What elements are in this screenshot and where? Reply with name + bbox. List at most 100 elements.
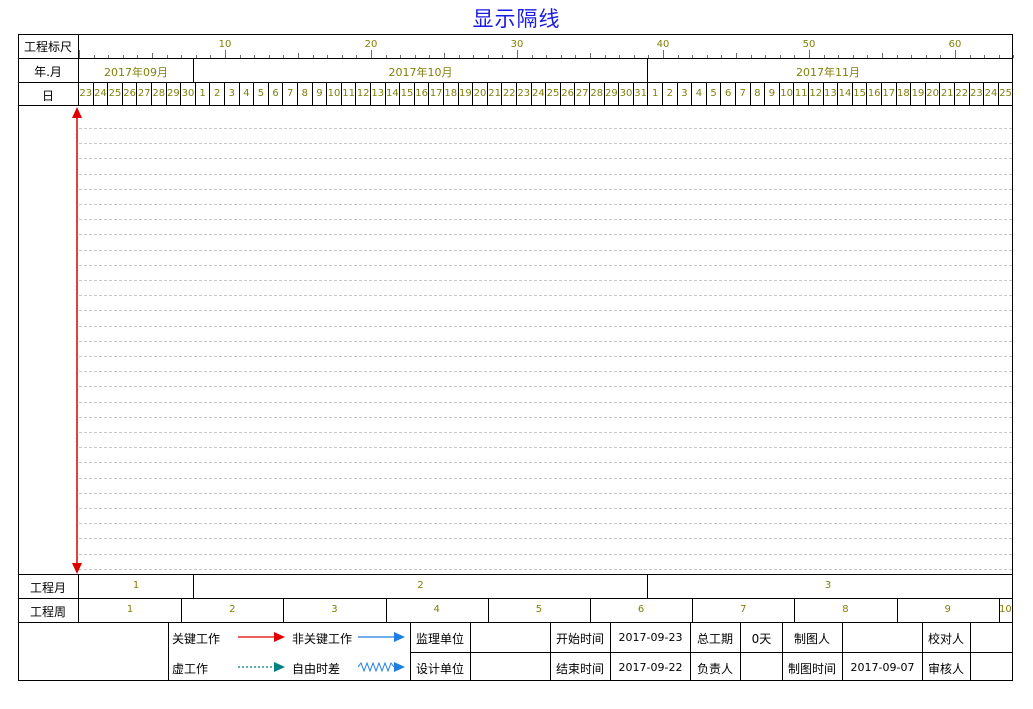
- draw-time-value: 2017-09-07: [850, 661, 915, 674]
- ruler-tick: [925, 55, 927, 58]
- month-cell: 2017年11月: [796, 66, 860, 79]
- day-cell: 30: [181, 83, 196, 105]
- day-cell: 14: [386, 83, 401, 105]
- ruler-tick: [283, 55, 285, 58]
- ruler-tick: [108, 55, 110, 58]
- reviewer-label: 审核人: [927, 662, 964, 676]
- day-cell: 22: [502, 83, 517, 105]
- ruler-label: 工程标尺: [23, 40, 72, 54]
- project-week-label: 工程周: [29, 605, 66, 619]
- responsible-label: 负责人: [696, 662, 733, 676]
- divider: [181, 598, 183, 622]
- day-cell: 24: [984, 83, 999, 105]
- day-cell: 21: [488, 83, 503, 105]
- ruler-number: 40: [656, 39, 670, 50]
- ruler-tick: [152, 53, 153, 58]
- grid-line: [79, 356, 1012, 357]
- day-cell: 12: [809, 83, 824, 105]
- project-week-cell: 10: [999, 604, 1012, 615]
- ruler-number: 50: [802, 39, 816, 50]
- checker-label: 校对人: [927, 632, 964, 646]
- day-cell: 7: [736, 83, 751, 105]
- ruler-tick: [502, 55, 504, 58]
- day-cell: 2: [663, 83, 678, 105]
- divider: [18, 574, 1013, 575]
- draw-time-label: 制图时间: [787, 662, 836, 676]
- grid-line: [79, 478, 1012, 479]
- day-cell: 25: [999, 83, 1014, 105]
- divider: [692, 598, 694, 622]
- divider: [998, 598, 1000, 622]
- divider: [385, 598, 387, 622]
- ruler-tick: [371, 50, 372, 58]
- legend-virtual-label: 虚工作: [172, 662, 209, 676]
- day-cell: 20: [473, 83, 488, 105]
- ruler-tick: [911, 55, 913, 58]
- ruler-tick: [838, 55, 840, 58]
- grid-line: [79, 523, 1012, 524]
- ruler-tick: [137, 55, 139, 58]
- divider: [410, 652, 1013, 653]
- day-cell: 3: [678, 83, 693, 105]
- day-cell: 18: [897, 83, 912, 105]
- day-cell: 20: [926, 83, 941, 105]
- ruler-tick: [487, 55, 489, 58]
- project-month-cell: 1: [132, 580, 140, 591]
- day-cell: 3: [225, 83, 240, 105]
- ruler-tick: [254, 55, 256, 58]
- project-month-cell: 2: [417, 580, 424, 591]
- day-cell: 7: [283, 83, 298, 105]
- day-cell: 23: [970, 83, 985, 105]
- ruler-tick: [429, 55, 431, 58]
- project-month-cell: 3: [824, 580, 832, 591]
- ruler-tick: [984, 55, 986, 58]
- day-cell: 11: [794, 83, 809, 105]
- ruler-tick: [648, 55, 650, 58]
- day-cell: 19: [459, 83, 474, 105]
- day-cell: 26: [561, 83, 576, 105]
- grid-line: [79, 371, 1012, 372]
- day-cell: 8: [751, 83, 766, 105]
- day-cell: 30: [619, 83, 634, 105]
- divider: [896, 598, 898, 622]
- virtual-arrow-icon: [238, 662, 285, 672]
- legend-non-critical-label: 非关键工作: [292, 632, 353, 646]
- grid-line: [79, 341, 1012, 342]
- ruler-tick: [765, 55, 767, 58]
- day-cell: 6: [721, 83, 736, 105]
- critical-path-arrow: [72, 107, 82, 574]
- day-cell: 17: [429, 83, 444, 105]
- design-unit-label: 设计单位: [415, 662, 464, 676]
- grid-line: [79, 174, 1012, 175]
- day-cell: 25: [546, 83, 561, 105]
- grid-line: [79, 158, 1012, 159]
- supervision-unit-label: 监理单位: [415, 632, 464, 646]
- day-cell: 15: [853, 83, 868, 105]
- month-cell: 2017年09月: [104, 66, 168, 79]
- ruler-tick: [195, 55, 197, 58]
- ruler-tick: [575, 55, 577, 58]
- ruler-tick: [604, 55, 606, 58]
- day-cell: 10: [327, 83, 342, 105]
- day-cell: 17: [882, 83, 897, 105]
- ruler-tick: [955, 50, 956, 58]
- divider: [283, 598, 285, 622]
- day-cell: 9: [313, 83, 328, 105]
- divider: [18, 598, 1013, 599]
- ruler-tick: [546, 55, 548, 58]
- day-cell: 6: [269, 83, 284, 105]
- day-cell: 22: [955, 83, 970, 105]
- divider: [794, 598, 796, 622]
- day-cell: 31: [634, 83, 649, 105]
- day-cell: 2: [210, 83, 225, 105]
- ruler-tick: [531, 55, 533, 58]
- ruler-tick: [458, 55, 460, 58]
- ruler-tick: [444, 53, 445, 58]
- ruler-tick: [590, 53, 591, 58]
- day-cell: 19: [911, 83, 926, 105]
- day-cell: 24: [532, 83, 547, 105]
- ruler-tick: [779, 55, 781, 58]
- day-cell: 14: [838, 83, 853, 105]
- day-cell: 13: [824, 83, 839, 105]
- divider: [487, 598, 489, 622]
